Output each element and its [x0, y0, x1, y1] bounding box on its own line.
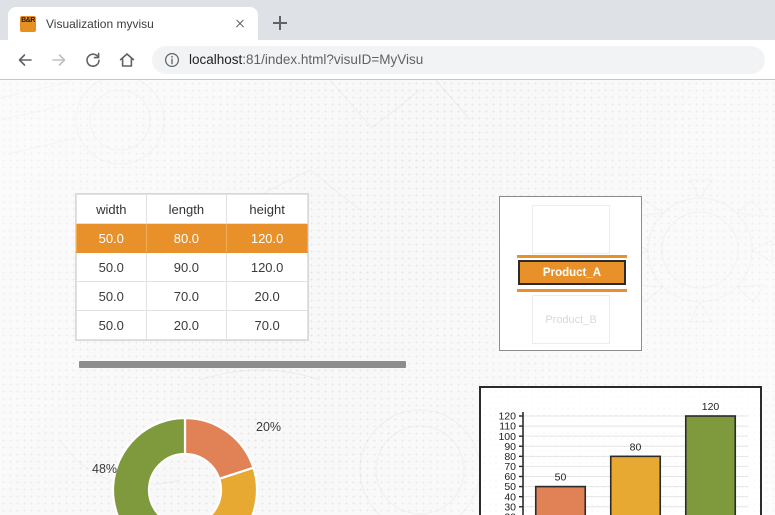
- donut-label-1: 20%: [256, 420, 282, 434]
- selector-item-next[interactable]: Product_B: [532, 295, 610, 344]
- table-cell: 20.0: [226, 281, 308, 311]
- table-cell: 50.0: [76, 252, 147, 282]
- bar-chart-plot: 010203040506070809010011012050width80len…: [481, 388, 760, 515]
- donut-label-3: 48%: [92, 462, 118, 476]
- dimension-share-donut: 20% 32% 48%: [92, 405, 315, 515]
- dimensions-table[interactable]: width length height 50.0 80.0 120.0 50.0…: [76, 194, 308, 340]
- bar: [534, 485, 587, 515]
- table-cell: 50.0: [76, 281, 147, 311]
- url-text: localhost:81/index.html?visuID=MyVisu: [189, 52, 423, 67]
- browser-toolbar: localhost:81/index.html?visuID=MyVisu: [0, 40, 775, 80]
- bar: [684, 415, 737, 515]
- column-header-height: height: [226, 194, 308, 224]
- table-row[interactable]: 50.0 70.0 20.0: [76, 281, 308, 311]
- table-row[interactable]: 50.0 20.0 70.0: [76, 310, 308, 340]
- table-row[interactable]: 50.0 80.0 120.0: [76, 223, 308, 253]
- donut-slice: [111, 416, 187, 515]
- table-cell: 50.0: [76, 223, 147, 253]
- info-icon[interactable]: [164, 52, 180, 68]
- tab-strip: Visualization myvisu: [0, 0, 775, 40]
- selector-item-selected[interactable]: Product_A: [518, 260, 626, 285]
- selector-highlight-rule-bottom: [517, 289, 627, 292]
- column-header-width: width: [76, 194, 147, 224]
- donut-svg: [111, 416, 259, 515]
- table-row[interactable]: 50.0 90.0 120.0: [76, 252, 308, 282]
- table-cell: 80.0: [145, 223, 228, 253]
- back-icon[interactable]: [10, 45, 40, 75]
- table-cell: 70.0: [145, 281, 228, 311]
- bar-value-label: 50: [555, 472, 567, 484]
- selector-item-previous[interactable]: [532, 205, 610, 254]
- table-cell: 50.0: [76, 310, 147, 340]
- address-bar[interactable]: localhost:81/index.html?visuID=MyVisu: [152, 45, 765, 74]
- table-cell: 120.0: [226, 223, 308, 253]
- y-tick-label: 120: [498, 411, 516, 423]
- donut-slice: [183, 416, 255, 481]
- table-cell: 90.0: [145, 252, 228, 282]
- horizontal-slider[interactable]: [79, 361, 406, 368]
- br-logo-icon: [20, 15, 36, 32]
- column-header-length: length: [145, 194, 228, 224]
- browser-window: Visualization myvisu: [0, 0, 775, 515]
- visualization-page: width length height 50.0 80.0 120.0 50.0…: [0, 80, 775, 515]
- tab-title: Visualization myvisu: [46, 16, 154, 31]
- close-icon[interactable]: [230, 14, 250, 34]
- url-host: localhost: [189, 52, 243, 67]
- bar-value-label: 120: [702, 401, 720, 413]
- new-tab-button[interactable]: [266, 9, 294, 37]
- table-cell: 120.0: [226, 252, 308, 282]
- bar-value-label: 80: [630, 441, 642, 453]
- browser-tab[interactable]: Visualization myvisu: [8, 7, 258, 40]
- home-icon[interactable]: [112, 45, 142, 75]
- table-header-row: width length height: [76, 194, 308, 224]
- forward-icon[interactable]: [44, 45, 74, 75]
- table-cell: 70.0: [226, 310, 308, 340]
- bar: [609, 455, 662, 515]
- product-selector[interactable]: Product_A Product_B: [499, 196, 642, 351]
- url-path: :81/index.html?visuID=MyVisu: [242, 52, 424, 67]
- reload-icon[interactable]: [78, 45, 108, 75]
- table-cell: 20.0: [145, 310, 228, 340]
- dimension-bar-chart: 010203040506070809010011012050width80len…: [479, 386, 762, 515]
- bar-chart-svg: 010203040506070809010011012050width80len…: [498, 401, 748, 515]
- selector-highlight-rule-top: [517, 255, 627, 258]
